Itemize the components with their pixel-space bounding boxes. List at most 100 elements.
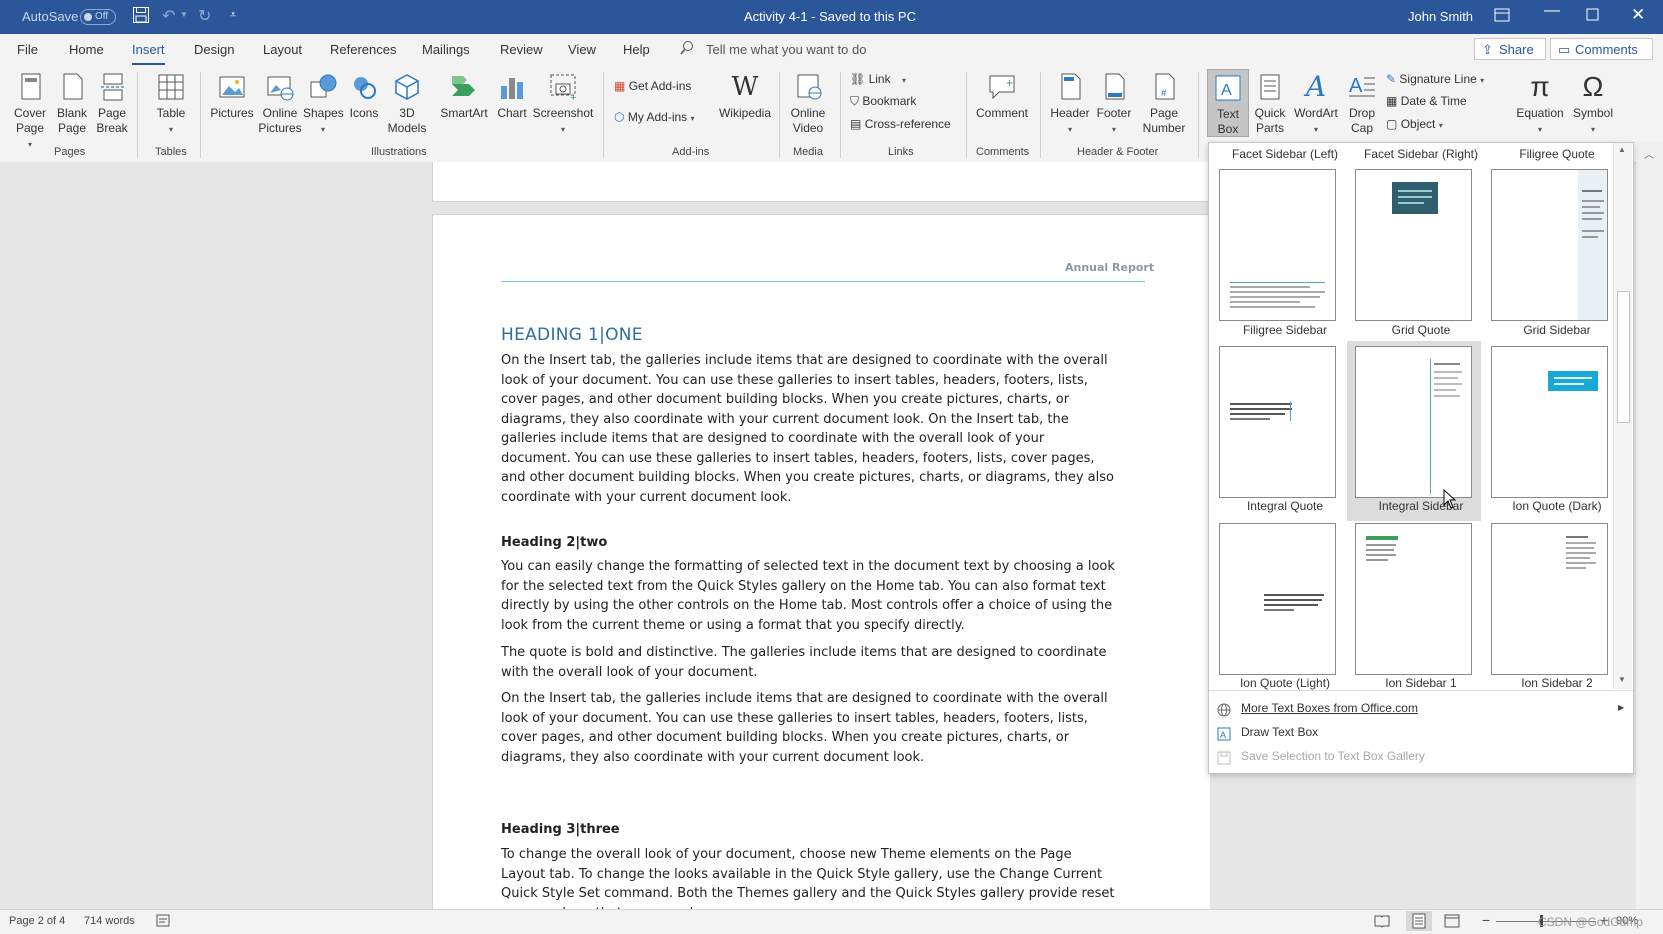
gallery-label[interactable]: Integral Quote (1215, 499, 1355, 513)
gallery-scroll-thumb[interactable] (1617, 291, 1630, 423)
tab-design[interactable]: Design (194, 42, 234, 57)
gallery-label[interactable]: Ion Sidebar 2 (1487, 676, 1627, 690)
tab-view[interactable]: View (568, 42, 596, 57)
document-scrollbar[interactable]: ︿ (1636, 142, 1663, 909)
footer-button[interactable]: Footer ▾ (1092, 72, 1136, 137)
minimize-icon[interactable]: — (1544, 2, 1560, 20)
gallery-scrollbar[interactable]: ▲ ▼ (1613, 143, 1632, 689)
shapes-button[interactable]: Shapes ▾ (303, 72, 344, 137)
cross-reference-button[interactable]: ▤ Cross-reference (850, 117, 951, 131)
tab-home[interactable]: Home (69, 42, 104, 57)
paragraph-2[interactable]: You can easily change the formatting of … (501, 557, 1116, 635)
text-box-button[interactable]: A Text Box (1207, 69, 1249, 137)
cover-page-button[interactable]: Cover Page ▾ (8, 72, 52, 152)
quick-parts-button[interactable]: Quick Parts (1250, 72, 1290, 136)
gallery-item-grid-quote[interactable] (1355, 169, 1472, 321)
gallery-label[interactable]: Ion Quote (Dark) (1487, 499, 1627, 513)
zoom-out-icon[interactable]: − (1482, 912, 1490, 928)
screenshot-button[interactable]: + Screenshot ▾ (532, 72, 594, 137)
heading-3[interactable]: Heading 3|three (501, 822, 620, 837)
undo-dropdown-icon[interactable]: ▼ (180, 10, 188, 19)
wikipedia-button[interactable]: W Wikipedia (716, 72, 774, 121)
paragraph-3[interactable]: The quote is bold and distinctive. The g… (501, 643, 1116, 682)
ribbon-display-options-icon[interactable] (1494, 8, 1510, 27)
my-addins-button[interactable]: ⬡ My Add-ins ▾ (614, 110, 695, 124)
gallery-item-integral-quote[interactable] (1219, 346, 1336, 498)
heading-1[interactable]: HEADING 1|ONE (501, 325, 643, 345)
smartart-button[interactable]: SmartArt (436, 72, 492, 121)
bookmark-button[interactable]: ⛉ Bookmark (850, 94, 916, 109)
close-icon[interactable]: ✕ (1631, 5, 1645, 25)
gallery-label[interactable]: Facet Sidebar (Left) (1215, 147, 1355, 161)
tab-layout[interactable]: Layout (263, 42, 302, 57)
gallery-item-ion-sidebar-2[interactable] (1491, 523, 1608, 675)
gallery-label[interactable]: Filigree Quote (1487, 147, 1627, 161)
gallery-scroll-up-icon[interactable]: ▲ (1618, 145, 1626, 154)
proofing-icon[interactable] (156, 914, 170, 930)
gallery-label[interactable]: Facet Sidebar (Right) (1351, 147, 1491, 161)
paragraph-1[interactable]: On the Insert tab, the galleries include… (501, 351, 1116, 507)
pictures-button[interactable]: Pictures (208, 72, 256, 121)
new-comment-button[interactable]: + Comment (972, 72, 1032, 121)
signature-line-button[interactable]: ✎ Signature Line ▾ (1386, 72, 1484, 86)
tell-me-search[interactable]: Tell me what you want to do (706, 42, 866, 57)
read-mode-icon[interactable] (1374, 914, 1390, 931)
gallery-label[interactable]: Filigree Sidebar (1215, 323, 1355, 337)
tab-references[interactable]: References (330, 42, 396, 57)
header-button[interactable]: Header ▾ (1048, 72, 1092, 137)
gallery-item-integral-sidebar[interactable] (1355, 346, 1472, 498)
gallery-item-filigree-sidebar[interactable] (1219, 169, 1336, 321)
paragraph-4[interactable]: On the Insert tab, the galleries include… (501, 689, 1116, 767)
word-count[interactable]: 714 words (84, 915, 135, 927)
equation-button[interactable]: π Equation ▾ (1512, 72, 1568, 137)
online-video-button[interactable]: Online Video (786, 72, 832, 136)
gallery-label[interactable]: Ion Sidebar 1 (1351, 676, 1491, 690)
tab-mailings[interactable]: Mailings (422, 42, 470, 57)
gallery-label[interactable]: Ion Quote (Light) (1215, 676, 1355, 690)
page-number-button[interactable]: # Page Number (1136, 72, 1192, 136)
page-break-button[interactable]: Page Break (92, 72, 132, 136)
symbol-button[interactable]: Ω Symbol ▾ (1568, 72, 1618, 137)
object-button[interactable]: ▢ Object ▾ (1386, 117, 1443, 131)
maximize-icon[interactable] (1586, 8, 1599, 26)
tab-help[interactable]: Help (623, 42, 650, 57)
scroll-up-icon[interactable]: ︿ (1644, 146, 1654, 161)
3d-models-button[interactable]: 3D Models (383, 72, 431, 136)
autosave-toggle[interactable]: Off (80, 9, 116, 25)
gallery-item-ion-quote-dark[interactable] (1491, 346, 1608, 498)
share-button[interactable]: ⇪ Share (1474, 38, 1546, 60)
wordart-button[interactable]: A WordArt ▾ (1292, 72, 1340, 137)
comments-button[interactable]: ▭ Comments (1550, 38, 1653, 60)
undo-icon[interactable]: ↶ (162, 6, 175, 26)
drop-cap-button[interactable]: A Drop Cap (1342, 72, 1382, 136)
page-count[interactable]: Page 2 of 4 (9, 915, 65, 927)
web-layout-icon[interactable] (1444, 914, 1460, 931)
blank-page-button[interactable]: Blank Page (52, 72, 92, 136)
more-text-boxes-menu-item[interactable]: More Text Boxes from Office.com ▶ (1209, 696, 1633, 720)
tab-review[interactable]: Review (500, 42, 543, 57)
tab-insert[interactable]: Insert (132, 42, 165, 65)
get-addins-button[interactable]: ▦ Get Add-ins (614, 79, 691, 93)
print-layout-icon[interactable] (1406, 911, 1432, 931)
document-page[interactable]: Annual Report HEADING 1|ONE On the Inser… (432, 214, 1210, 909)
link-button[interactable]: ⛓ Link ▾ (850, 72, 906, 86)
gallery-scroll-down-icon[interactable]: ▼ (1618, 675, 1626, 684)
online-pictures-button[interactable]: Online Pictures (258, 72, 302, 136)
gallery-label[interactable]: Integral Sidebar (1351, 499, 1491, 513)
save-icon[interactable] (132, 6, 150, 29)
gallery-label[interactable]: Grid Quote (1351, 323, 1491, 337)
icons-button[interactable]: Icons (345, 72, 383, 121)
gallery-item-grid-sidebar[interactable] (1491, 169, 1608, 321)
gallery-item-ion-quote-light[interactable] (1219, 523, 1336, 675)
paragraph-5[interactable]: To change the overall look of your docum… (501, 845, 1116, 909)
user-name[interactable]: John Smith (1408, 9, 1473, 24)
gallery-item-ion-sidebar-1[interactable] (1355, 523, 1472, 675)
gallery-label[interactable]: Grid Sidebar (1487, 323, 1627, 337)
table-button[interactable]: Table ▾ (146, 72, 196, 137)
tab-file[interactable]: File (17, 42, 38, 57)
date-time-button[interactable]: ▦ Date & Time (1386, 94, 1467, 108)
customize-qat-icon[interactable]: ⩡ (230, 9, 236, 22)
redo-icon[interactable]: ↻ (198, 6, 211, 26)
chart-button[interactable]: Chart (492, 72, 532, 121)
heading-2[interactable]: Heading 2|two (501, 535, 607, 550)
